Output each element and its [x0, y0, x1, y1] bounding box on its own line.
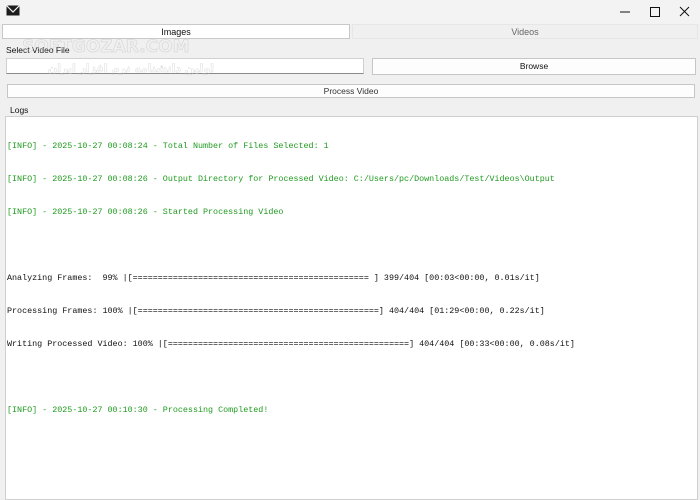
log-output[interactable]: [INFO] - 2025-10-27 00:08:24 - Total Num…: [5, 116, 698, 500]
close-icon[interactable]: [668, 0, 700, 24]
maximize-icon[interactable]: [638, 0, 672, 24]
tab-images[interactable]: Images: [2, 24, 350, 39]
video-path-input[interactable]: [6, 58, 364, 74]
log-line: [INFO] - 2025-10-27 00:10:30 - Processin…: [7, 405, 269, 415]
log-line: Processing Frames: 100% |[==============…: [7, 306, 545, 316]
log-spacer: [7, 240, 696, 251]
minimize-icon[interactable]: [608, 0, 642, 24]
process-video-button[interactable]: Process Video: [7, 84, 695, 98]
tab-videos[interactable]: Videos: [352, 24, 698, 39]
envelope-icon: [6, 5, 20, 16]
select-video-file-label: Select Video File: [6, 45, 70, 55]
browse-button[interactable]: Browse: [372, 58, 696, 75]
log-line: [INFO] - 2025-10-27 00:08:26 - Output Di…: [7, 174, 555, 184]
log-line: [INFO] - 2025-10-27 00:08:26 - Started P…: [7, 207, 284, 217]
log-line: [INFO] - 2025-10-27 00:08:24 - Total Num…: [7, 141, 329, 151]
log-line: Writing Processed Video: 100% |[========…: [7, 339, 575, 349]
log-spacer: [7, 372, 696, 383]
title-bar: [0, 0, 700, 24]
log-line: Analyzing Frames: 99% |[================…: [7, 273, 540, 283]
logs-label: Logs: [10, 105, 29, 115]
